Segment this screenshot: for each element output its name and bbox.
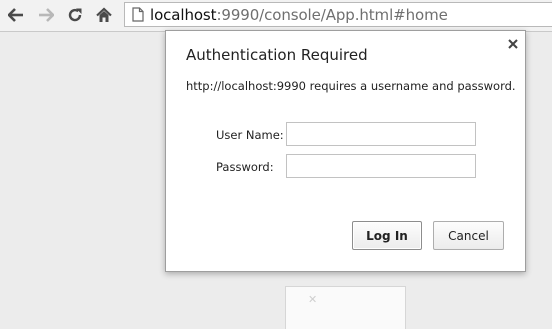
browser-toolbar: localhost:9990/console/App.html#home <box>0 0 552 32</box>
authentication-dialog: Authentication Required http://localhost… <box>165 30 526 272</box>
close-icon[interactable] <box>506 37 520 51</box>
cancel-button[interactable]: Cancel <box>433 221 504 250</box>
address-bar[interactable]: localhost:9990/console/App.html#home <box>124 2 552 27</box>
dialog-title: Authentication Required <box>186 46 368 64</box>
dialog-message: http://localhost:9990 requires a usernam… <box>186 79 516 93</box>
home-icon <box>96 7 112 22</box>
arrow-left-icon <box>8 8 23 22</box>
password-field[interactable] <box>286 154 476 178</box>
url-host: localhost <box>150 6 217 24</box>
username-field[interactable] <box>286 122 476 146</box>
url-text: localhost:9990/console/App.html#home <box>150 6 448 24</box>
arrow-right-icon <box>39 8 54 22</box>
reload-icon <box>68 8 82 22</box>
forward-button[interactable] <box>35 5 57 25</box>
password-label: Password: <box>216 160 274 174</box>
home-button[interactable] <box>93 5 115 25</box>
background-card: ✕ <box>285 286 406 329</box>
url-path: :9990/console/App.html#home <box>216 6 448 24</box>
reload-button[interactable] <box>64 5 86 25</box>
background-glyph-icon: ✕ <box>308 293 318 306</box>
username-label: User Name: <box>216 128 284 142</box>
back-button[interactable] <box>5 5 27 25</box>
login-button[interactable]: Log In <box>352 221 422 250</box>
page-icon <box>132 7 144 22</box>
